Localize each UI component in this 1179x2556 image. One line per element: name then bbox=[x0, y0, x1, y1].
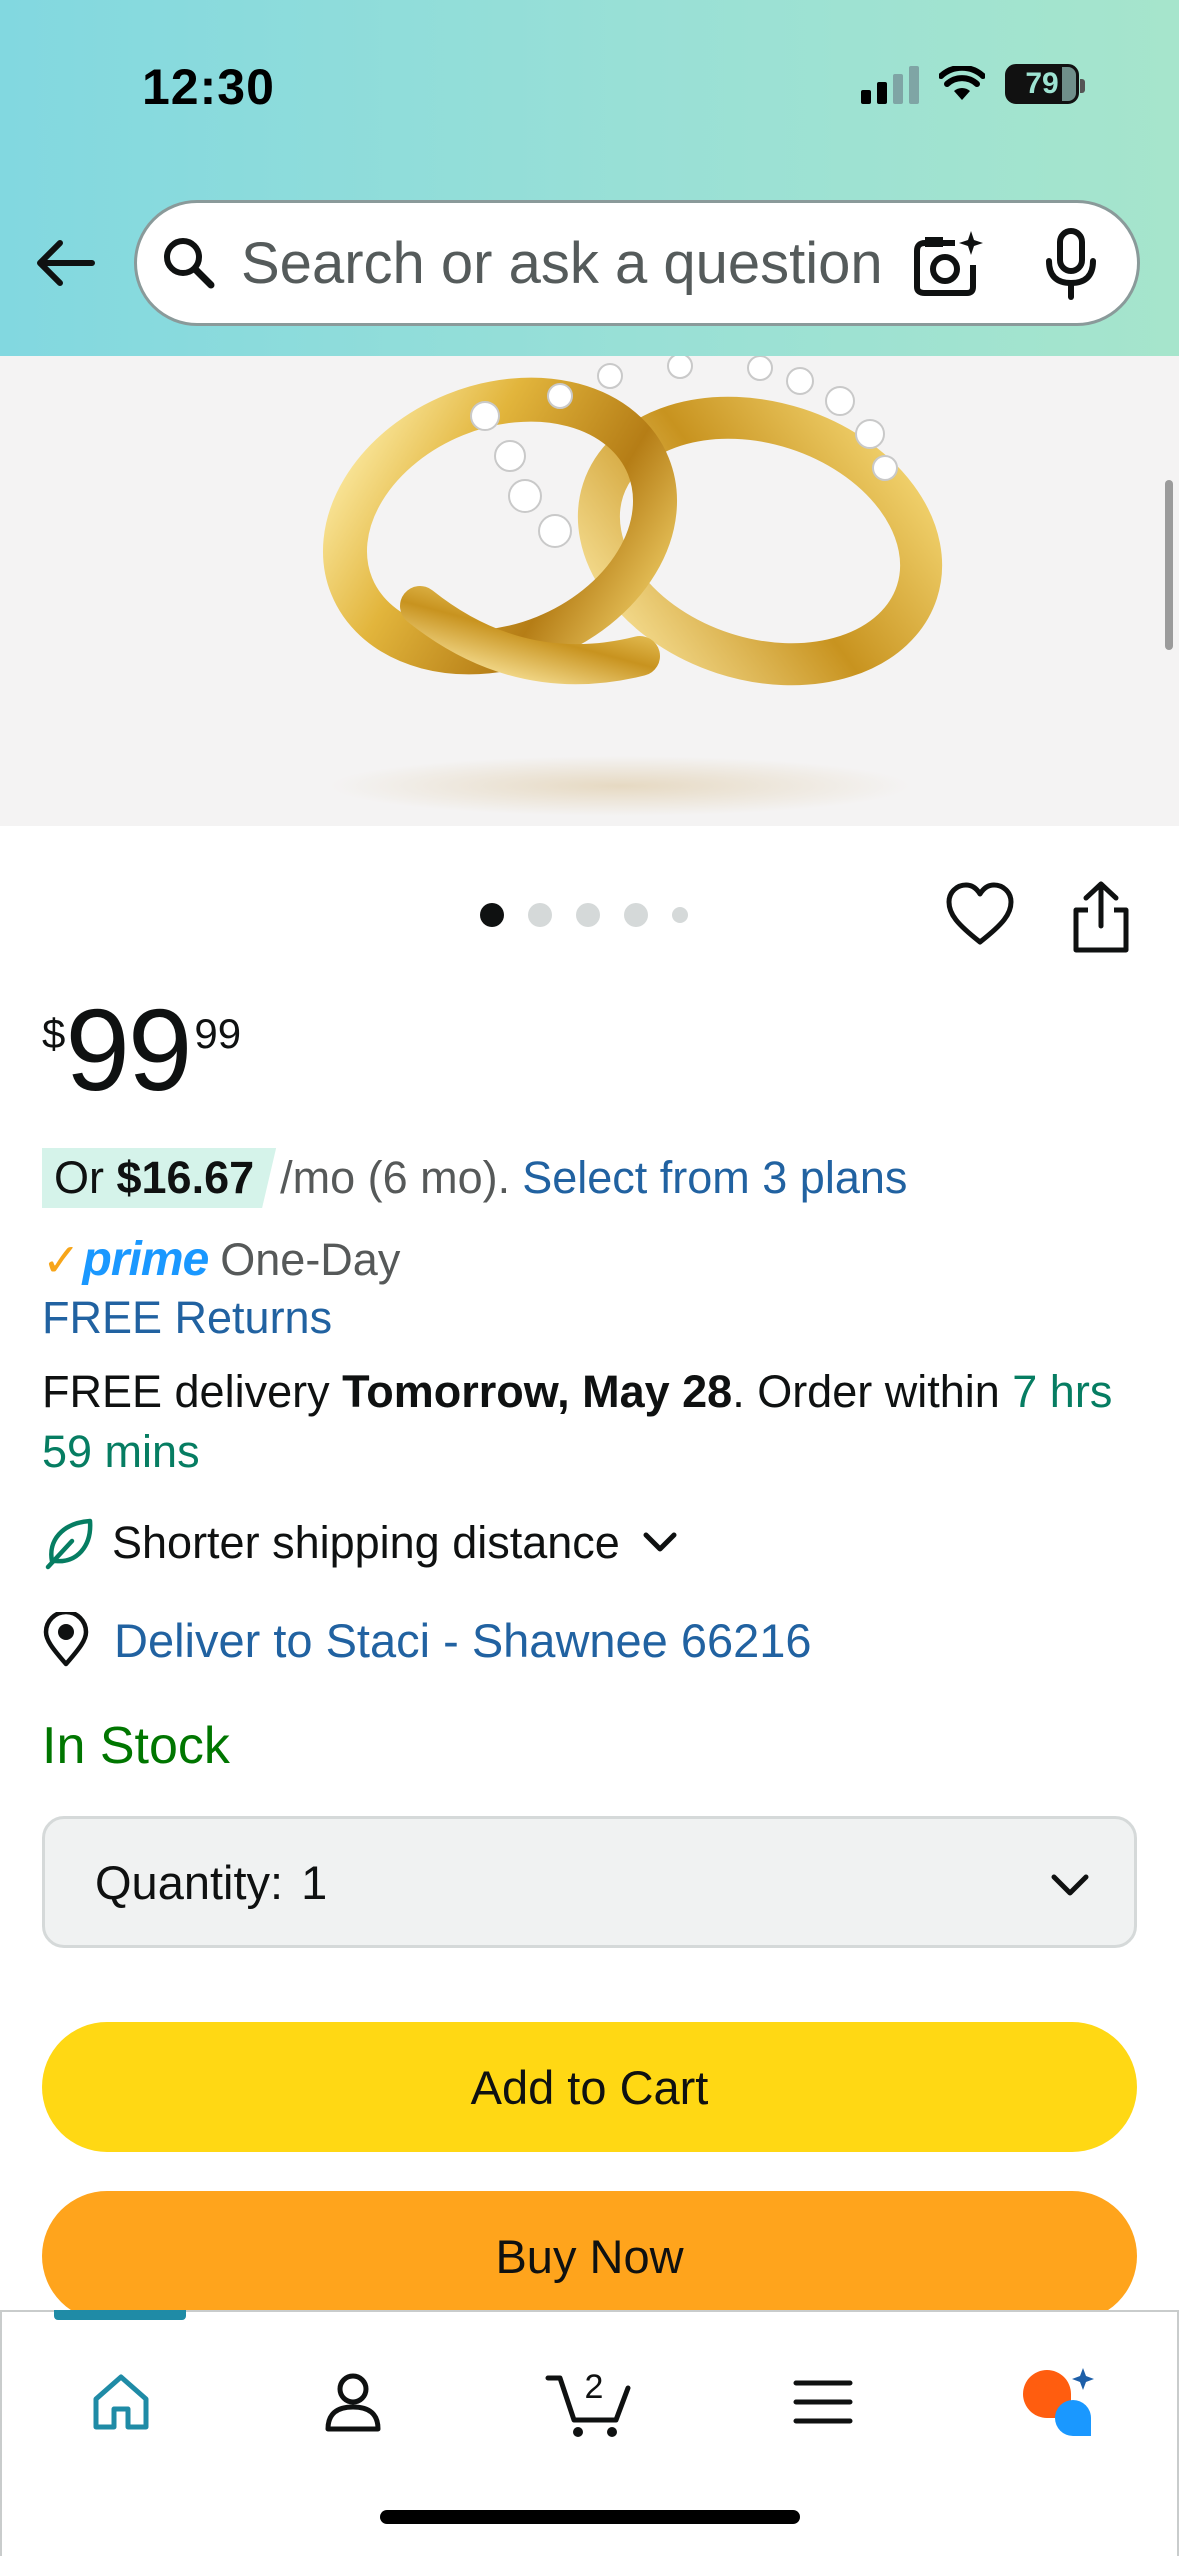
prime-check-icon: ✓ bbox=[42, 1233, 81, 1286]
leaf-icon bbox=[45, 1518, 93, 1570]
installment-amount: $16.67 bbox=[116, 1152, 255, 1203]
carousel-dot[interactable] bbox=[528, 903, 552, 927]
image-carousel-dots[interactable] bbox=[480, 903, 688, 927]
search-input[interactable] bbox=[241, 229, 941, 297]
delivery-prefix: FREE delivery bbox=[42, 1366, 343, 1417]
cart-icon: 2 bbox=[545, 2368, 631, 2437]
home-indicator[interactable] bbox=[380, 2510, 800, 2524]
carousel-dot[interactable] bbox=[576, 903, 600, 927]
nav-cart[interactable]: 2 bbox=[534, 2352, 644, 2452]
installment-pill: Or $16.67 bbox=[42, 1148, 277, 1208]
nav-account[interactable] bbox=[298, 2352, 408, 2452]
heart-icon bbox=[946, 882, 1014, 945]
status-icons: 79 bbox=[861, 64, 1085, 104]
camera-sparkle-icon bbox=[914, 231, 983, 296]
delivery-date: Tomorrow, May 28 bbox=[342, 1366, 733, 1417]
wifi-icon bbox=[939, 66, 985, 100]
share-button[interactable] bbox=[1068, 880, 1134, 954]
home-icon bbox=[93, 2374, 149, 2430]
nav-rufus[interactable] bbox=[1002, 2352, 1112, 2452]
prime-logo: prime bbox=[82, 1233, 210, 1286]
menu-icon bbox=[793, 2380, 853, 2424]
prime-badge: ✓ prime One-Day bbox=[42, 1232, 400, 1287]
quantity-label: Quantity: bbox=[95, 1855, 284, 1909]
price-fraction: 99 bbox=[194, 1010, 242, 1057]
prime-speed: One-Day bbox=[220, 1233, 401, 1285]
search-icon bbox=[164, 238, 215, 289]
wishlist-button[interactable] bbox=[945, 880, 1015, 950]
cellular-signal-icon bbox=[861, 64, 919, 104]
product-price: $ 99 99 bbox=[42, 990, 241, 1110]
product-image[interactable] bbox=[0, 356, 1179, 826]
shorter-shipping-toggle[interactable]: Shorter shipping distance bbox=[42, 1515, 680, 1571]
installment-offer: Or $16.67 /mo (6 mo). Select from 3 plan… bbox=[42, 1148, 907, 1208]
chevron-down-icon bbox=[1051, 1874, 1089, 1896]
shipping-label: Shorter shipping distance bbox=[112, 1517, 620, 1568]
price-whole: 99 bbox=[65, 985, 192, 1115]
deliver-to-label: Deliver to Staci - Shawnee 66216 bbox=[114, 1613, 812, 1667]
status-time: 12:30 bbox=[142, 59, 275, 115]
installment-prefix: Or bbox=[54, 1152, 117, 1203]
voice-search-button[interactable] bbox=[1041, 227, 1101, 303]
carousel-dot[interactable] bbox=[624, 903, 648, 927]
delivery-message: FREE delivery Tomorrow, May 28. Order wi… bbox=[42, 1362, 1142, 1482]
search-bar[interactable] bbox=[134, 200, 1140, 326]
cart-count: 2 bbox=[585, 2368, 604, 2406]
carousel-dot[interactable] bbox=[480, 903, 504, 927]
quantity-value: 1 bbox=[301, 1855, 328, 1909]
share-icon bbox=[1073, 881, 1129, 953]
nav-active-indicator bbox=[54, 2310, 186, 2320]
carousel-dot[interactable] bbox=[672, 907, 688, 923]
select-plans-link[interactable]: Select from 3 plans bbox=[522, 1152, 907, 1204]
location-pin-icon bbox=[43, 1612, 89, 1667]
scroll-indicator[interactable] bbox=[1165, 480, 1173, 650]
add-to-cart-button[interactable]: Add to Cart bbox=[42, 2022, 1137, 2152]
price-currency: $ bbox=[42, 1010, 66, 1057]
rufus-assistant-icon bbox=[1023, 2368, 1094, 2436]
quantity-selector[interactable]: Quantity: 1 bbox=[42, 1816, 1137, 1948]
buy-now-button[interactable]: Buy Now bbox=[42, 2191, 1137, 2321]
microphone-icon bbox=[1046, 228, 1096, 300]
nav-menu[interactable] bbox=[768, 2352, 878, 2452]
stock-status: In Stock bbox=[42, 1717, 230, 1775]
gold-rings-image bbox=[322, 356, 943, 816]
delivery-middle: . Order within bbox=[732, 1366, 1013, 1417]
app-header: 12:30 79 bbox=[0, 0, 1179, 356]
free-returns-link[interactable]: FREE Returns bbox=[42, 1292, 332, 1344]
deliver-to-link[interactable]: Deliver to Staci - Shawnee 66216 bbox=[42, 1612, 812, 1668]
back-button[interactable] bbox=[30, 228, 100, 298]
installment-terms: /mo (6 mo). bbox=[280, 1152, 511, 1203]
person-icon bbox=[325, 2373, 381, 2432]
camera-search-button[interactable] bbox=[911, 229, 987, 299]
nav-home[interactable] bbox=[66, 2352, 176, 2452]
back-arrow-icon bbox=[37, 240, 95, 286]
chevron-down-icon bbox=[643, 1532, 677, 1552]
battery-icon: 79 bbox=[1005, 64, 1085, 104]
battery-level: 79 bbox=[1025, 67, 1059, 100]
